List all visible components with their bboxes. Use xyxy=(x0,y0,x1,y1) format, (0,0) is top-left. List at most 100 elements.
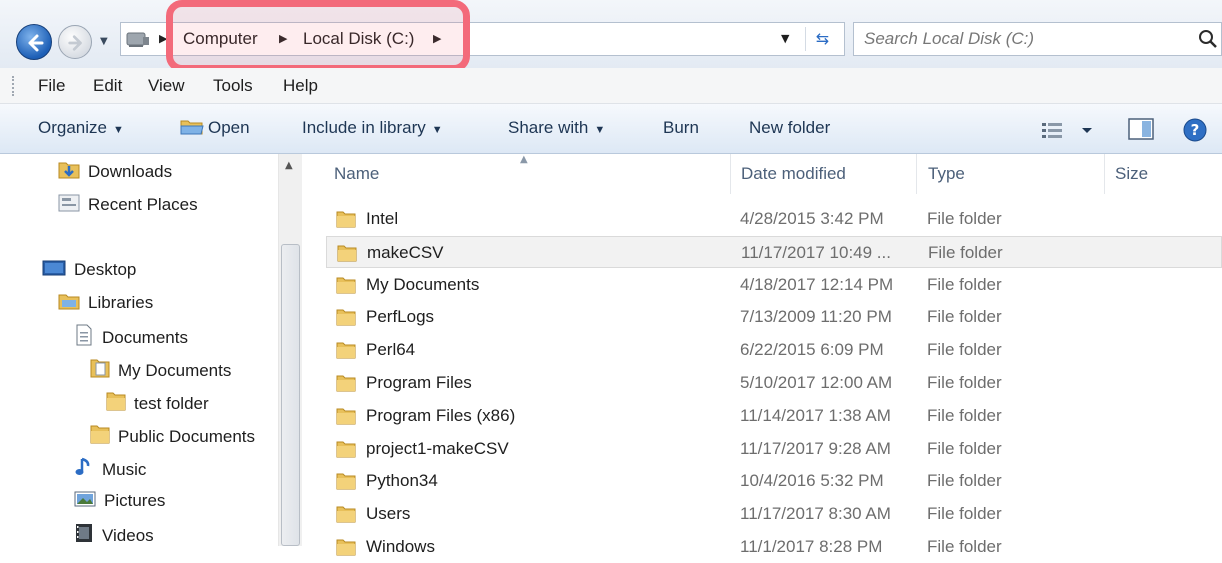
search-input[interactable] xyxy=(864,28,1184,50)
chevron-down-icon: ▼ xyxy=(112,124,124,136)
file-type: File folder xyxy=(927,340,1002,360)
folder-icon xyxy=(336,539,356,556)
sort-ascending-icon: ▲ xyxy=(520,154,528,165)
file-type: File folder xyxy=(927,373,1002,392)
help-icon: ? xyxy=(1183,118,1207,142)
organize-button[interactable]: Organize ▼ xyxy=(38,118,124,138)
navigation-scrollbar[interactable]: ▲ xyxy=(278,154,302,546)
new-folder-button[interactable]: New folder xyxy=(749,118,830,138)
folder-icon xyxy=(336,375,356,392)
refresh-icon: ⇆ xyxy=(815,29,830,48)
documents-icon xyxy=(76,324,92,346)
libraries-icon xyxy=(58,294,80,310)
organize-label: Organize xyxy=(38,118,107,137)
column-header-size[interactable]: Size xyxy=(1115,164,1148,184)
file-date-modified: 6/22/2015 6:09 PM xyxy=(740,340,884,360)
table-row[interactable]: makeCSV 11/17/2017 10:49 ... File folder xyxy=(326,235,1222,268)
share-with-button[interactable]: Share with ▼ xyxy=(508,118,605,138)
folder-icon xyxy=(336,309,356,326)
table-row[interactable]: Windows 11/1/2017 8:28 PM File folder xyxy=(326,531,1222,563)
column-divider[interactable] xyxy=(730,154,731,194)
nav-item-documents[interactable]: Documents xyxy=(74,324,188,348)
preview-pane-button[interactable] xyxy=(1128,118,1154,144)
svg-text:?: ? xyxy=(1191,121,1200,139)
file-name: PerfLogs xyxy=(366,307,435,327)
nav-label: Libraries xyxy=(88,293,154,312)
view-options-button[interactable] xyxy=(1040,120,1098,144)
column-divider[interactable] xyxy=(916,154,917,194)
scrollbar-thumb[interactable] xyxy=(281,244,300,546)
column-divider[interactable] xyxy=(1104,154,1105,194)
table-row[interactable]: Intel 4/28/2015 3:42 PM File folder xyxy=(326,203,1222,235)
table-row[interactable]: Python34 10/4/2016 5:32 PM File folder xyxy=(326,465,1222,497)
menu-help[interactable]: Help xyxy=(283,76,318,96)
file-name: My Documents xyxy=(366,274,480,294)
videos-icon xyxy=(76,524,92,542)
file-date-modified: 11/14/2017 1:38 AM xyxy=(740,405,891,425)
preview-pane-icon xyxy=(1128,118,1154,140)
arrow-left-icon xyxy=(28,34,44,52)
file-name: Users xyxy=(366,504,411,524)
nav-item-music[interactable]: Music xyxy=(74,456,146,480)
nav-item-test-folder[interactable]: test folder xyxy=(106,390,209,414)
file-date-modified: 5/10/2017 12:00 AM xyxy=(740,373,893,392)
file-type: File folder xyxy=(927,405,1002,425)
help-button[interactable]: ? xyxy=(1182,117,1208,147)
nav-item-libraries[interactable]: Libraries xyxy=(58,291,153,313)
folder-icon xyxy=(337,245,357,262)
file-date-modified: 4/28/2015 3:42 PM xyxy=(740,209,884,228)
nav-item-my-documents[interactable]: My Documents xyxy=(90,357,231,381)
path-dropdown-icon[interactable]: ▼ xyxy=(781,32,789,45)
table-row[interactable]: PerfLogs 7/13/2009 11:20 PM File folder xyxy=(326,301,1222,333)
table-row[interactable]: project1-makeCSV 11/17/2017 9:28 AM File f… xyxy=(326,433,1222,465)
menu-view[interactable]: View xyxy=(148,76,185,96)
file-type: File folder xyxy=(927,537,1002,556)
open-button[interactable]: Open xyxy=(180,118,250,138)
menu-edit[interactable]: Edit xyxy=(93,76,122,96)
include-in-library-button[interactable]: Include in library ▼ xyxy=(302,118,443,138)
nav-label: test folder xyxy=(134,394,209,413)
recent-pages-dropdown-icon[interactable]: ▼ xyxy=(100,36,108,47)
nav-label: Videos xyxy=(102,526,154,545)
file-date-modified: 7/13/2009 11:20 PM xyxy=(740,307,892,327)
folder-icon xyxy=(336,473,356,490)
include-label: Include in library xyxy=(302,118,426,137)
search-box[interactable] xyxy=(853,22,1222,56)
file-type: File folder xyxy=(927,504,1002,524)
nav-item-downloads[interactable]: Downloads xyxy=(58,160,172,182)
menu-file[interactable]: File xyxy=(38,76,65,96)
chevron-down-icon: ▼ xyxy=(431,124,443,136)
table-row[interactable]: My Documents 4/18/2017 12:14 PM File folde… xyxy=(326,269,1222,301)
refresh-button[interactable]: ⇆ xyxy=(805,27,839,51)
folder-icon xyxy=(336,441,356,458)
nav-item-videos[interactable]: Videos xyxy=(74,522,154,546)
search-icon[interactable] xyxy=(1198,29,1218,49)
column-header-name[interactable]: Name xyxy=(334,164,379,184)
table-row[interactable]: Users 11/17/2017 8:30 AM File folder xyxy=(326,498,1222,530)
nav-item-desktop[interactable]: Desktop xyxy=(42,258,136,280)
table-row[interactable]: Perl64 6/22/2015 6:09 PM File folder xyxy=(326,334,1222,366)
column-header-type[interactable]: Type xyxy=(928,164,965,184)
folder-icon xyxy=(336,342,356,359)
file-date-modified: 11/17/2017 8:30 AM xyxy=(740,504,891,524)
nav-item-pictures[interactable]: Pictures xyxy=(74,489,165,511)
burn-button[interactable]: Burn xyxy=(663,118,699,138)
scroll-up-icon[interactable]: ▲ xyxy=(285,160,293,171)
computer-icon xyxy=(126,32,149,47)
menu-tools[interactable]: Tools xyxy=(213,76,253,96)
nav-item-public-documents[interactable]: Public Documents xyxy=(90,423,255,447)
file-type: File folder xyxy=(927,274,1002,294)
annotation-highlight xyxy=(166,0,470,72)
nav-label: Music xyxy=(102,460,147,479)
file-type: File folder xyxy=(928,242,1003,262)
column-header-date-modified[interactable]: Date modified xyxy=(741,164,846,184)
file-name: makeCSV xyxy=(367,242,444,262)
forward-button[interactable] xyxy=(58,25,92,59)
back-button[interactable] xyxy=(16,24,52,60)
file-name: Program Files (x86) xyxy=(366,405,516,425)
table-row[interactable]: Program Files 5/10/2017 12:00 AM File fold… xyxy=(326,367,1222,399)
file-name: Python34 xyxy=(366,471,438,491)
nav-item-recent-places[interactable]: Recent Places xyxy=(58,193,198,215)
table-row[interactable]: Program Files (x86) 11/14/2017 1:38 AM Fil… xyxy=(326,400,1222,432)
file-name: Program Files xyxy=(366,373,472,392)
